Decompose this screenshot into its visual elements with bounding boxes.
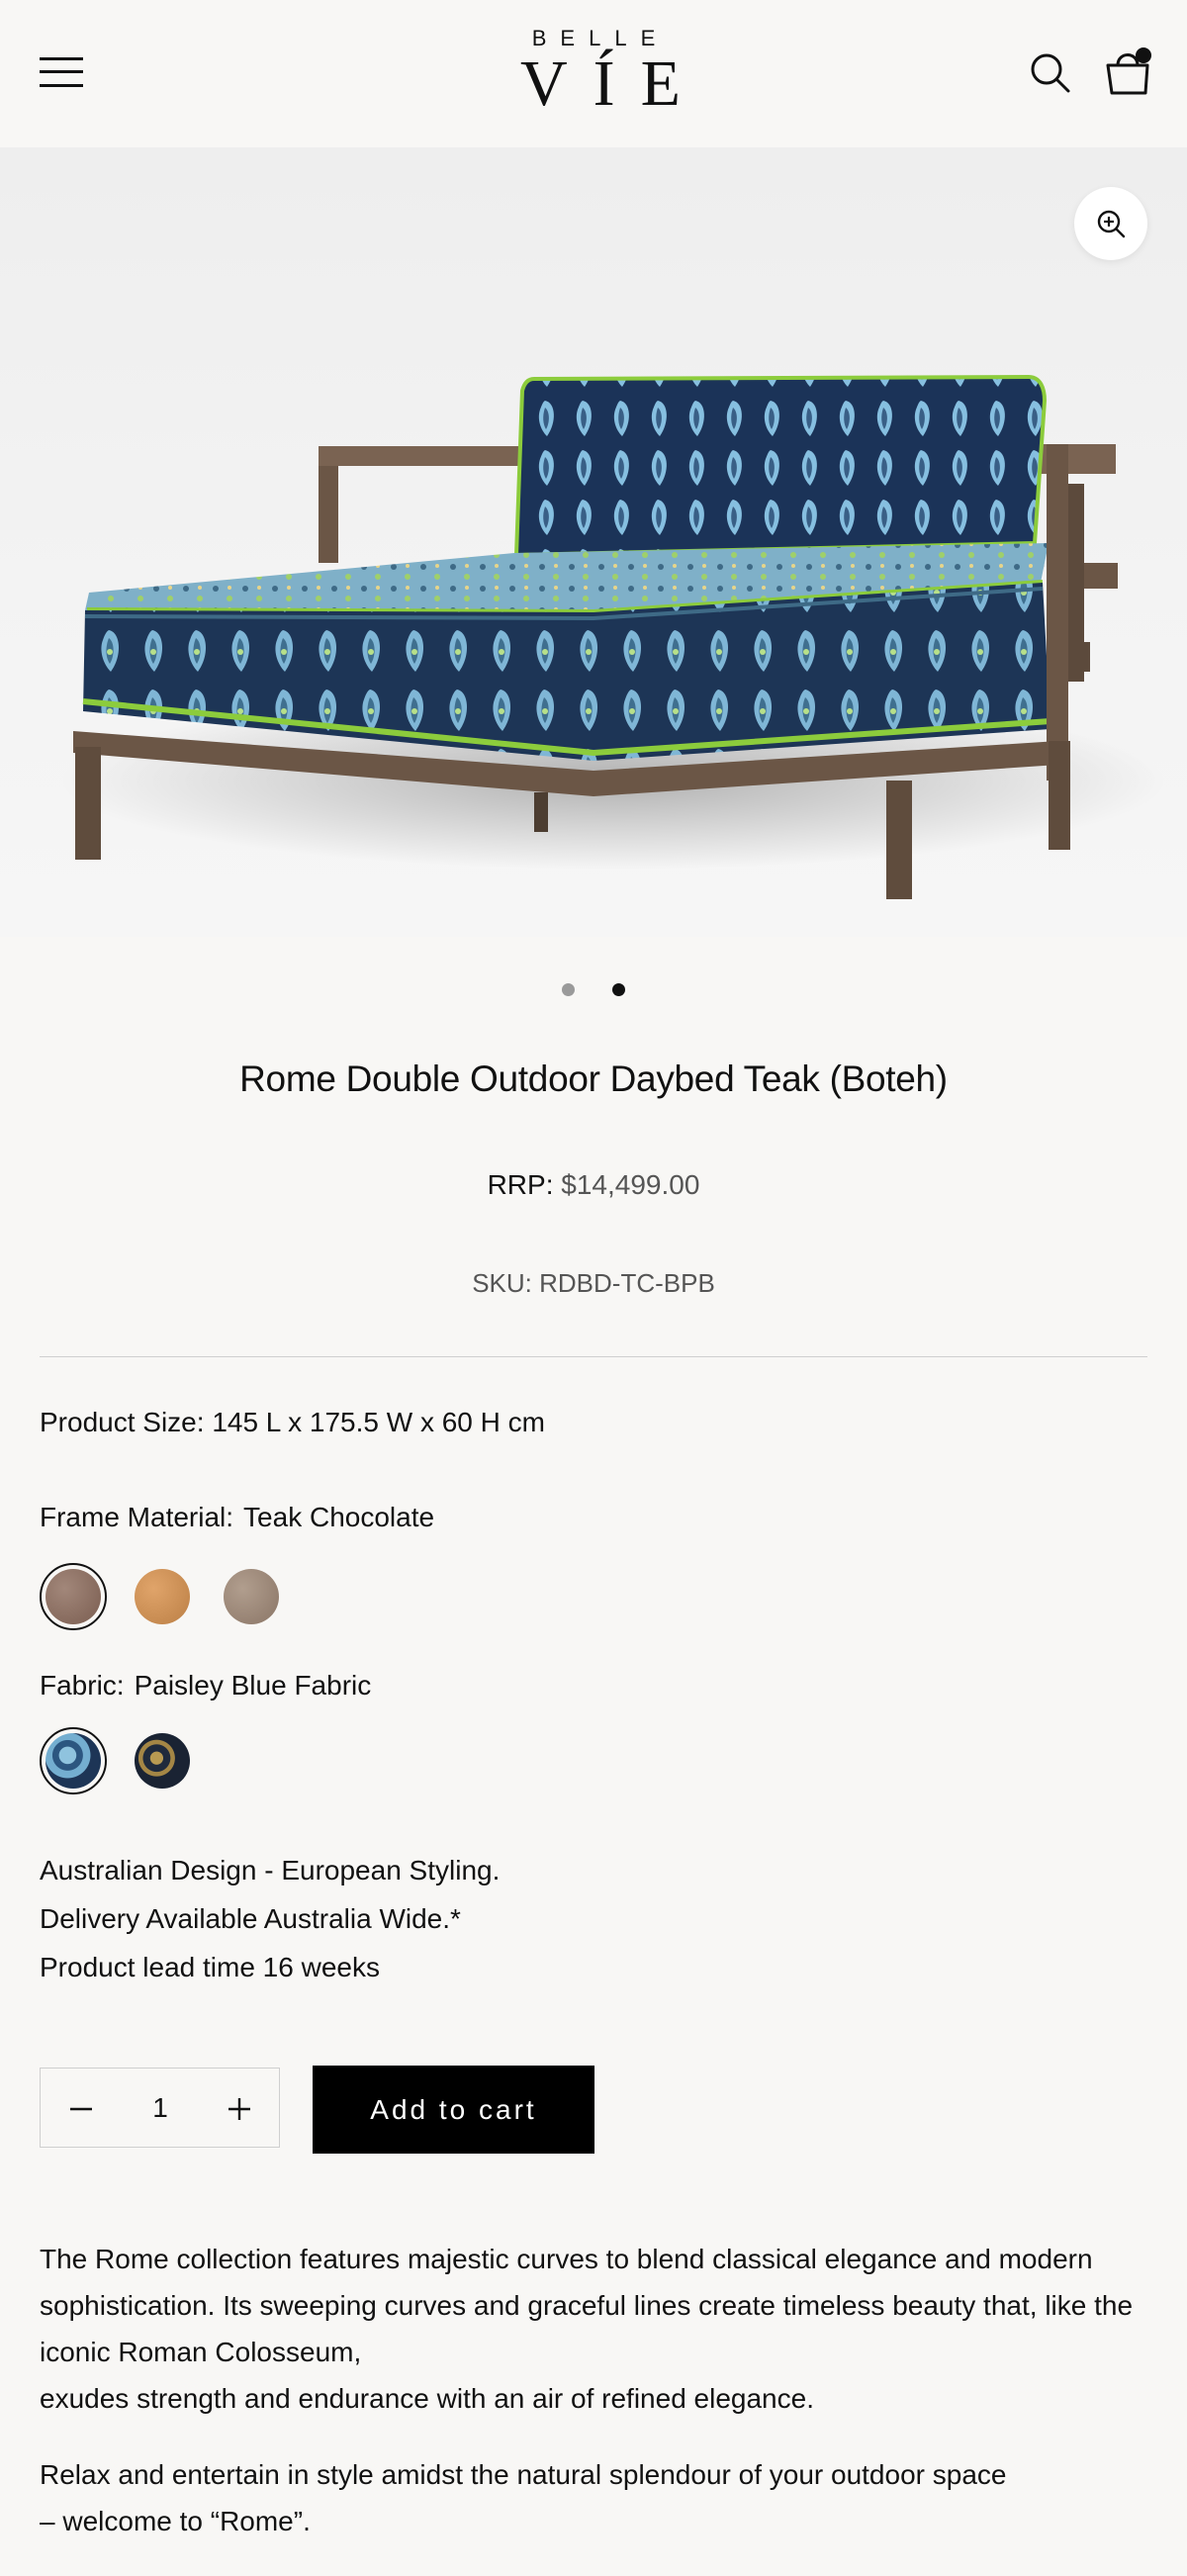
daybed-illustration	[59, 374, 1167, 899]
gallery-pagination	[0, 981, 1187, 1001]
swatch-fill	[224, 1569, 279, 1624]
description-paragraph-1: The Rome collection features majestic cu…	[40, 2236, 1157, 2422]
frame-material-row: Frame Material: Teak Chocolate	[40, 1502, 434, 1533]
description-line: The Rome collection features majestic cu…	[40, 2244, 1093, 2274]
feature-item: Delivery Available Australia Wide.*	[40, 1903, 461, 1934]
size-value: 145 L x 175.5 W x 60 H cm	[212, 1407, 545, 1437]
frame-swatch-teak-natural[interactable]	[129, 1563, 196, 1630]
plus-icon[interactable]	[223, 2092, 256, 2126]
price-row: RRP: $14,499.00	[0, 1169, 1187, 1201]
add-to-cart-button[interactable]: Add to cart	[313, 2066, 594, 2154]
product-size: Product Size: 145 L x 175.5 W x 60 H cm	[40, 1407, 545, 1438]
product-image[interactable]	[0, 147, 1187, 937]
fabric-swatch-paisley-blue[interactable]	[40, 1727, 107, 1794]
feature-item: Australian Design - European Styling.	[40, 1855, 501, 1886]
gallery-dot-2[interactable]	[612, 983, 625, 997]
gallery-dot-1[interactable]	[562, 983, 575, 997]
product-sku: SKU: RDBD-TC-BPB	[472, 1268, 715, 1298]
product-title: Rome Double Outdoor Daybed Teak (Boteh)	[239, 1058, 948, 1099]
minus-icon[interactable]	[64, 2092, 98, 2126]
description-paragraph-2: Relax and entertain in style amidst the …	[40, 2451, 1157, 2544]
shopping-bag-icon[interactable]	[1100, 44, 1153, 97]
swatch-fill	[46, 1569, 101, 1624]
fabric-swatch-paisley-navy[interactable]	[129, 1727, 196, 1794]
swatch-fill	[135, 1733, 190, 1789]
feature-list: Australian Design - European Styling. De…	[40, 1846, 500, 1991]
frame-swatch-teak-chocolate[interactable]	[40, 1563, 107, 1630]
divider	[40, 1356, 1147, 1357]
fabric-row: Fabric: Paisley Blue Fabric	[40, 1670, 371, 1702]
quantity-input[interactable]	[120, 2069, 201, 2147]
description-line: iconic Roman Colosseum,	[40, 2337, 362, 2367]
quantity-stepper	[40, 2068, 280, 2148]
fabric-value: Paisley Blue Fabric	[134, 1670, 372, 1701]
site-header: BELLE VÍE	[0, 0, 1187, 147]
frame-label: Frame Material:	[40, 1502, 234, 1532]
hamburger-menu-icon[interactable]	[40, 55, 85, 89]
product-price: $14,499.00	[561, 1169, 700, 1200]
frame-swatch-teak-grey[interactable]	[218, 1563, 285, 1630]
zoom-in-icon[interactable]	[1074, 187, 1147, 260]
swatch-fill	[46, 1733, 101, 1789]
description-line: exudes strength and endurance with an ai…	[40, 2383, 814, 2414]
rrp-label: RRP:	[487, 1169, 554, 1200]
logo-main-text: VÍE	[520, 47, 706, 120]
size-label: Product Size:	[40, 1407, 205, 1437]
frame-value: Teak Chocolate	[243, 1502, 435, 1532]
brand-logo[interactable]: BELLE VÍE	[495, 26, 692, 121]
feature-item: Product lead time 16 weeks	[40, 1952, 380, 1982]
description-line: – welcome to “Rome”.	[40, 2506, 311, 2536]
fabric-label: Fabric:	[40, 1670, 125, 1701]
description-line: sophistication. Its sweeping curves and …	[40, 2290, 1134, 2321]
cart-indicator-dot	[1136, 47, 1151, 63]
swatch-fill	[135, 1569, 190, 1624]
search-icon[interactable]	[1029, 51, 1072, 95]
description-line: Relax and entertain in style amidst the …	[40, 2459, 1007, 2490]
